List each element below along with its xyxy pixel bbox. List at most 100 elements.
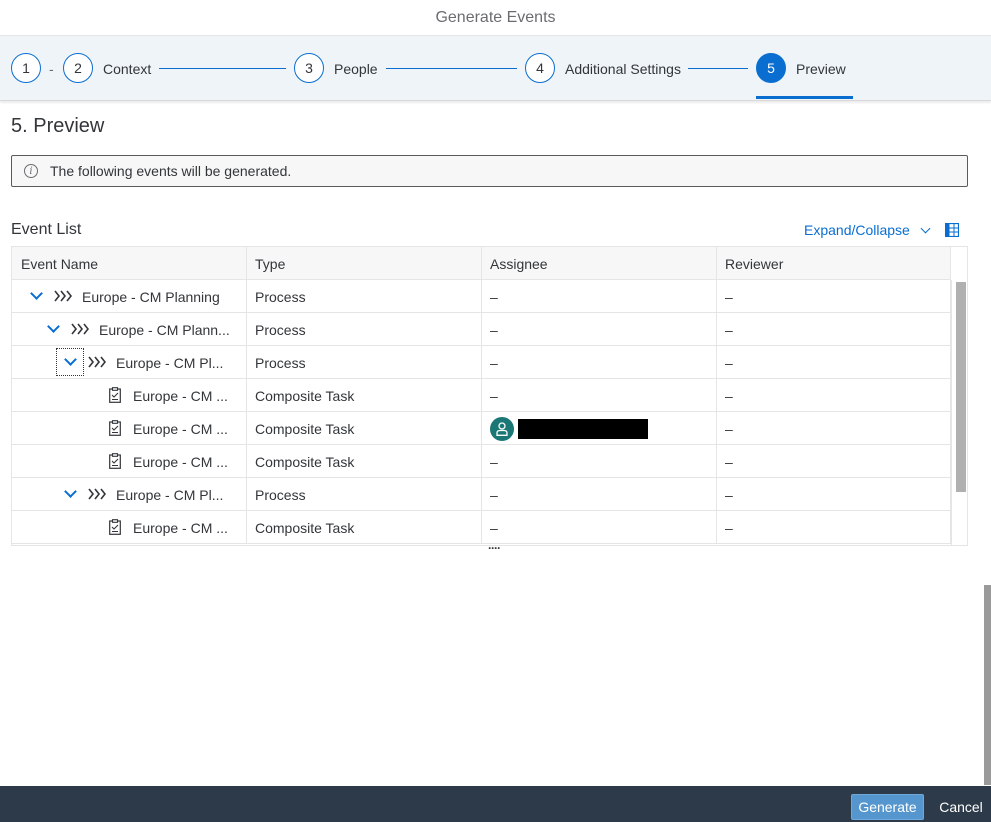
cancel-button[interactable]: Cancel bbox=[932, 794, 990, 820]
event-name: Europe - CM ... bbox=[133, 387, 228, 404]
expand-toggle[interactable] bbox=[22, 282, 50, 310]
type-cell: Composite Task bbox=[247, 445, 482, 478]
expand-toggle[interactable] bbox=[56, 348, 84, 376]
user-avatar-icon[interactable] bbox=[490, 416, 514, 441]
event-name-cell: Europe - CM ... bbox=[12, 412, 247, 445]
assignee-cell: – bbox=[482, 346, 717, 379]
table-row[interactable]: Europe - CM ... Composite Task – bbox=[12, 412, 951, 445]
column-header-event-name[interactable]: Event Name bbox=[12, 247, 247, 280]
reviewer-cell: – bbox=[717, 379, 951, 412]
event-name: Europe - CM Plann... bbox=[99, 321, 230, 338]
process-icon bbox=[88, 488, 106, 500]
assignee-cell: – bbox=[482, 280, 717, 313]
type-cell: Process bbox=[247, 280, 482, 313]
chevron-down-icon bbox=[46, 320, 60, 333]
table-header-row: Event Name Type Assignee Reviewer bbox=[12, 247, 951, 280]
assignee-cell: – bbox=[482, 313, 717, 346]
info-message-text: The following events will be generated. bbox=[50, 163, 292, 179]
person-icon bbox=[496, 421, 508, 436]
event-name: Europe - CM Pl... bbox=[116, 486, 224, 503]
type-cell: Composite Task bbox=[247, 379, 482, 412]
event-name: Europe - CM ... bbox=[133, 453, 228, 470]
load-more-indicator: ···· bbox=[488, 541, 501, 555]
wizard-step-3[interactable]: 3 bbox=[294, 53, 324, 83]
event-list-table: Event Name Type Assignee Reviewer Europe… bbox=[11, 246, 968, 546]
wizard-step-2[interactable]: 2 bbox=[63, 53, 93, 83]
event-name-cell: Europe - CM Pl... bbox=[12, 346, 247, 379]
table-scrollbar[interactable] bbox=[951, 280, 967, 545]
reviewer-cell: – bbox=[717, 313, 951, 346]
wizard-step-3-label[interactable]: People bbox=[334, 61, 378, 77]
chevron-down-icon bbox=[29, 287, 43, 300]
event-name-cell: Europe - CM Planning bbox=[12, 280, 247, 313]
chevron-down-icon bbox=[63, 485, 77, 498]
assignee-cell: – bbox=[482, 379, 717, 412]
wizard-step-2-label[interactable]: Context bbox=[103, 61, 151, 77]
expand-collapse-label: Expand/Collapse bbox=[804, 222, 910, 238]
table-row[interactable]: Europe - CM Pl... Process – – bbox=[12, 346, 951, 379]
wizard-step-5-label[interactable]: Preview bbox=[796, 61, 846, 77]
table-settings-icon[interactable] bbox=[945, 223, 959, 237]
wizard-connector bbox=[688, 68, 748, 69]
chevron-down-icon bbox=[920, 223, 931, 233]
reviewer-cell: – bbox=[717, 346, 951, 379]
reviewer-cell: – bbox=[717, 280, 951, 313]
wizard-step-1[interactable]: 1 bbox=[11, 53, 41, 83]
table-row[interactable]: Europe - CM ... Composite Task – – bbox=[12, 445, 951, 478]
type-cell: Composite Task bbox=[247, 412, 482, 445]
wizard-step-5[interactable]: 5 bbox=[756, 53, 786, 83]
page-scrollbar[interactable] bbox=[984, 585, 991, 785]
info-icon: i bbox=[24, 164, 38, 178]
page-title: 5. Preview bbox=[11, 115, 105, 137]
assignee-cell: – bbox=[482, 478, 717, 511]
reviewer-cell: – bbox=[717, 412, 951, 445]
event-list-title: Event List bbox=[11, 221, 82, 238]
event-name-cell: Europe - CM ... bbox=[12, 445, 247, 478]
expand-collapse-button[interactable]: Expand/Collapse bbox=[804, 222, 931, 238]
process-icon bbox=[88, 356, 106, 368]
clipboard-task-icon bbox=[109, 387, 121, 403]
dialog-footer: Generate Cancel bbox=[0, 786, 991, 822]
wizard-connector bbox=[159, 68, 286, 69]
column-header-type[interactable]: Type bbox=[247, 247, 482, 280]
event-name-cell: Europe - CM ... bbox=[12, 511, 247, 544]
assignee-cell: – bbox=[482, 511, 717, 544]
event-name-cell: Europe - CM ... bbox=[12, 379, 247, 412]
active-step-indicator bbox=[756, 96, 853, 99]
clipboard-task-icon bbox=[109, 453, 121, 469]
column-header-reviewer[interactable]: Reviewer bbox=[717, 247, 951, 280]
table-scrollbar-thumb[interactable] bbox=[956, 282, 966, 492]
wizard-separator: - bbox=[49, 61, 54, 77]
process-icon bbox=[71, 323, 89, 335]
generate-button[interactable]: Generate bbox=[851, 794, 924, 820]
clipboard-task-icon bbox=[109, 519, 121, 535]
type-cell: Process bbox=[247, 478, 482, 511]
type-cell: Process bbox=[247, 346, 482, 379]
event-name: Europe - CM Planning bbox=[82, 288, 220, 305]
wizard-progress-bar: 1 - 2 Context 3 People 4 Additional Sett… bbox=[0, 35, 991, 101]
expand-toggle[interactable] bbox=[56, 480, 84, 508]
table-row[interactable]: Europe - CM Planning Process – – bbox=[12, 280, 951, 313]
process-icon bbox=[54, 290, 72, 302]
wizard-step-4[interactable]: 4 bbox=[525, 53, 555, 83]
clipboard-task-icon bbox=[109, 420, 121, 436]
reviewer-cell: – bbox=[717, 478, 951, 511]
column-header-assignee[interactable]: Assignee bbox=[482, 247, 717, 280]
dialog-title: Generate Events bbox=[0, 0, 991, 35]
table-row[interactable]: Europe - CM ... Composite Task – – bbox=[12, 511, 951, 544]
table-row[interactable]: Europe - CM ... Composite Task – – bbox=[12, 379, 951, 412]
event-name: Europe - CM Pl... bbox=[116, 354, 224, 371]
expand-toggle[interactable] bbox=[39, 315, 67, 343]
event-name-cell: Europe - CM Plann... bbox=[12, 313, 247, 346]
table-row[interactable]: Europe - CM Pl... Process – – bbox=[12, 478, 951, 511]
table-row[interactable]: Europe - CM Plann... Process – – bbox=[12, 313, 951, 346]
info-message-strip: i The following events will be generated… bbox=[11, 155, 968, 187]
event-name: Europe - CM ... bbox=[133, 420, 228, 437]
type-cell: Composite Task bbox=[247, 511, 482, 544]
assignee-cell: – bbox=[482, 445, 717, 478]
wizard-connector bbox=[386, 68, 517, 69]
chevron-down-icon bbox=[63, 353, 77, 366]
wizard-step-4-label[interactable]: Additional Settings bbox=[565, 61, 681, 77]
type-cell: Process bbox=[247, 313, 482, 346]
reviewer-cell: – bbox=[717, 511, 951, 544]
